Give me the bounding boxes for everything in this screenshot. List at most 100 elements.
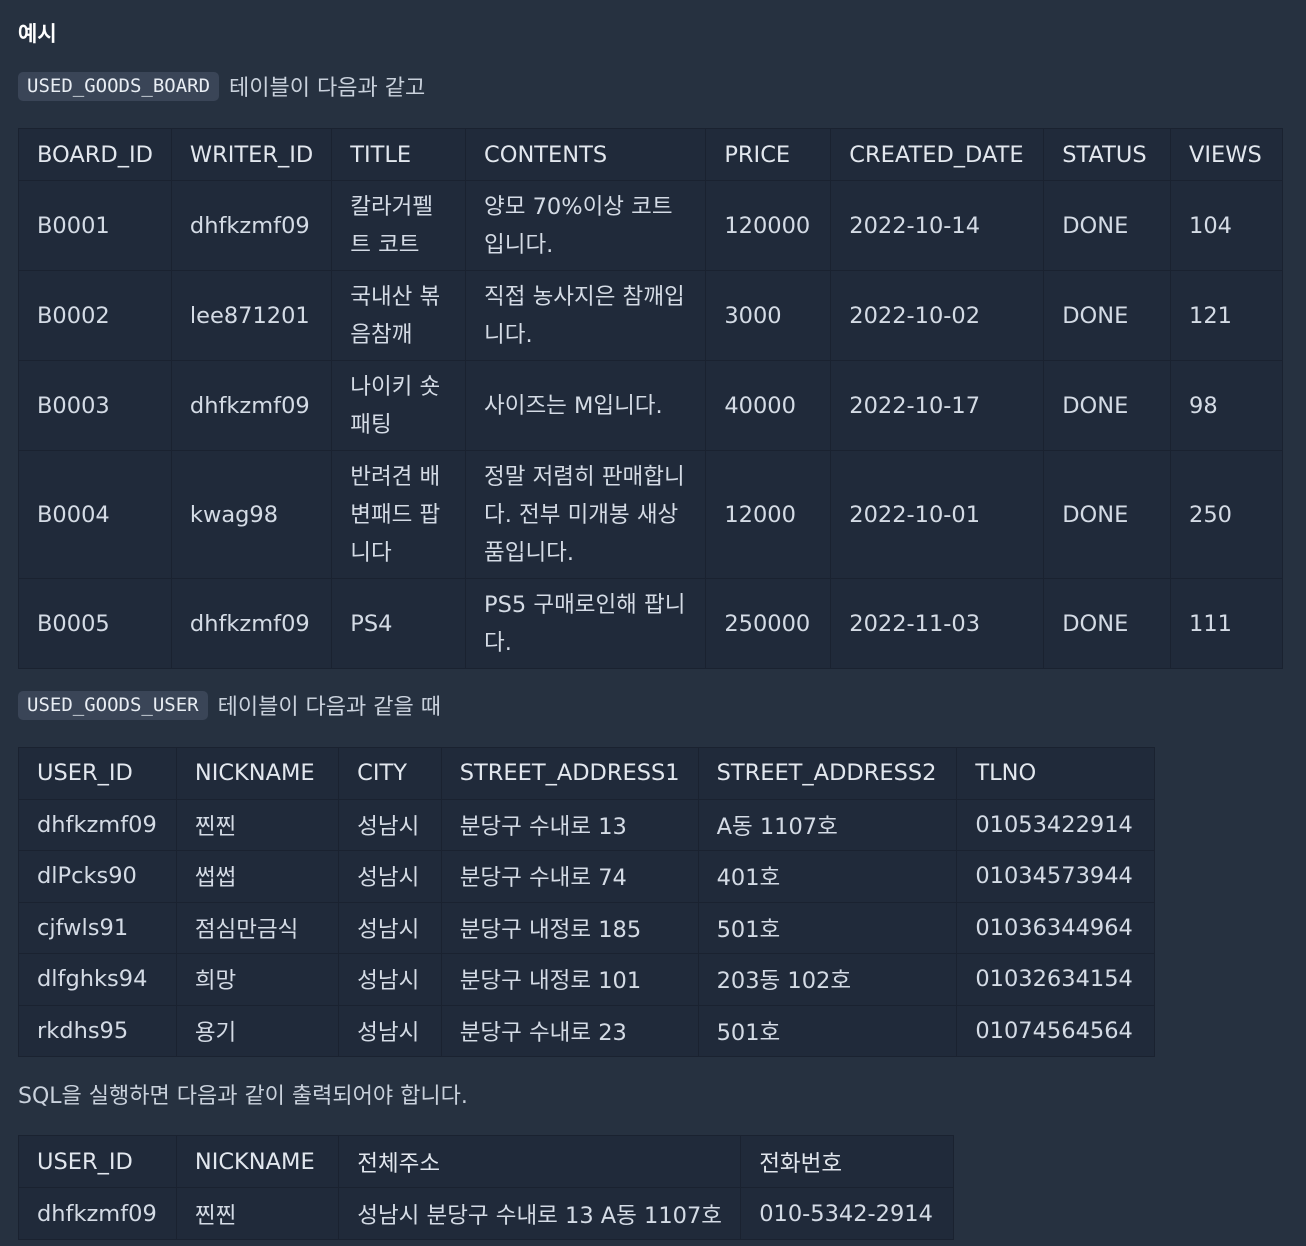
table-row: B0001 dhfkzmf09 칼라거펠트 코트 양모 70%이상 코트입니다.… [18,180,1283,271]
table-cell: B0001 [18,180,172,271]
table-cell: 정말 저렴히 판매합니다. 전부 미개봉 새상품입니다. [465,450,707,579]
problem-example: 예시 USED_GOODS_BOARD 테이블이 다음과 같고 BOARD_ID… [0,0,1306,1246]
table-cell: 01034573944 [956,850,1155,903]
board-table: BOARD_ID WRITER_ID TITLE CONTENTS PRICE … [18,128,1283,669]
table-cell: 203동 102호 [697,953,958,1006]
table-cell: 국내산 볶음참깨 [331,270,467,361]
table-cell: DONE [1043,180,1172,271]
table-cell: dlfghks94 [18,953,177,1006]
column-header: 전화번호 [740,1135,954,1188]
table-cell: 반려견 배변패드 팝니다 [331,450,467,579]
column-header: BOARD_ID [18,128,172,181]
table-cell: 분당구 내정로 185 [440,901,699,954]
table-cell: 01053422914 [956,798,1155,851]
table-cell: 2022-10-02 [830,270,1045,361]
user-table-name: USED_GOODS_USER [18,690,208,720]
table-cell: 501호 [697,1004,958,1057]
table-cell: 찐찐 [175,798,340,851]
table-cell: DONE [1043,360,1172,451]
table-cell: 98 [1170,360,1283,451]
table-cell: B0005 [18,578,172,669]
table-cell: B0004 [18,450,172,579]
table-cell: 01032634154 [956,953,1155,1006]
user-table: USER_ID NICKNAME CITY STREET_ADDRESS1 ST… [18,747,1155,1057]
table-cell: A동 1107호 [697,798,958,851]
table-row: rkdhs95 용기 성남시 분당구 수내로 23 501호 010745645… [18,1004,1155,1057]
table-cell: PS5 구매로인해 팝니다. [465,578,707,669]
table-header-row: BOARD_ID WRITER_ID TITLE CONTENTS PRICE … [18,128,1283,181]
table-cell: 2022-10-17 [830,360,1045,451]
table-cell: rkdhs95 [18,1004,177,1057]
user-table-intro: USED_GOODS_USER 테이블이 다음과 같을 때 [18,689,441,721]
user-table-intro-text: 테이블이 다음과 같을 때 [217,695,441,720]
table-cell: 104 [1170,180,1283,271]
table-cell: 성남시 분당구 수내로 13 A동 1107호 [338,1187,742,1240]
column-header: CONTENTS [465,128,707,181]
table-cell: 121 [1170,270,1283,361]
column-header: CITY [338,747,442,800]
table-cell: PS4 [331,578,467,669]
table-cell: 2022-11-03 [830,578,1045,669]
table-cell: cjfwls91 [18,901,177,954]
column-header: CREATED_DATE [830,128,1045,181]
column-header: USER_ID [18,1135,177,1188]
column-header: PRICE [705,128,832,181]
column-header: STREET_ADDRESS2 [697,747,958,800]
table-cell: dhfkzmf09 [18,798,177,851]
column-header: NICKNAME [175,747,340,800]
table-row: B0002 lee871201 국내산 볶음참깨 직접 농사지은 참깨입니다. … [18,270,1283,361]
table-cell: 01036344964 [956,901,1155,954]
table-row: dlfghks94 희망 성남시 분당구 내정로 101 203동 102호 0… [18,953,1155,1006]
table-cell: 250 [1170,450,1283,579]
table-cell: 사이즈는 M입니다. [465,360,707,451]
table-cell: 12000 [705,450,832,579]
table-cell: 501호 [697,901,958,954]
table-cell: 3000 [705,270,832,361]
board-table-intro: USED_GOODS_BOARD 테이블이 다음과 같고 [18,70,425,102]
table-row: B0003 dhfkzmf09 나이키 숏패팅 사이즈는 M입니다. 40000… [18,360,1283,451]
table-cell: dhfkzmf09 [170,360,333,451]
table-cell: 40000 [705,360,832,451]
table-header-row: USER_ID NICKNAME CITY STREET_ADDRESS1 ST… [18,747,1155,800]
table-cell: 분당구 수내로 13 [440,798,699,851]
table-cell: 성남시 [338,953,442,1006]
table-row: dhfkzmf09 찐찐 성남시 분당구 수내로 13 A동 1107호 010… [18,798,1155,851]
table-cell: 401호 [697,850,958,903]
table-cell: dhfkzmf09 [170,578,333,669]
column-header: STATUS [1043,128,1172,181]
table-header-row: USER_ID NICKNAME 전체주소 전화번호 [18,1135,954,1188]
table-cell: 찐찐 [175,1187,340,1240]
column-header: WRITER_ID [170,128,333,181]
table-cell: 나이키 숏패팅 [331,360,467,451]
result-table: USER_ID NICKNAME 전체주소 전화번호 dhfkzmf09 찐찐 … [18,1135,954,1240]
table-cell: 250000 [705,578,832,669]
section-heading: 예시 [18,22,57,46]
table-row: B0005 dhfkzmf09 PS4 PS5 구매로인해 팝니다. 25000… [18,578,1283,669]
column-header: TITLE [331,128,467,181]
column-header: STREET_ADDRESS1 [440,747,699,800]
table-cell: 양모 70%이상 코트입니다. [465,180,707,271]
result-intro-text: SQL을 실행하면 다음과 같이 출력되어야 합니다. [18,1084,468,1109]
table-row: dhfkzmf09 찐찐 성남시 분당구 수내로 13 A동 1107호 010… [18,1187,954,1240]
table-row: dlPcks90 썹썹 성남시 분당구 수내로 74 401호 01034573… [18,850,1155,903]
table-cell: B0002 [18,270,172,361]
table-cell: 성남시 [338,798,442,851]
table-cell: 성남시 [338,1004,442,1057]
table-cell: dlPcks90 [18,850,177,903]
table-cell: 분당구 수내로 74 [440,850,699,903]
table-cell: 120000 [705,180,832,271]
column-header: NICKNAME [175,1135,340,1188]
table-cell: 01074564564 [956,1004,1155,1057]
table-cell: 칼라거펠트 코트 [331,180,467,271]
table-cell: 111 [1170,578,1283,669]
column-header: TLNO [956,747,1155,800]
table-cell: 썹썹 [175,850,340,903]
table-cell: 2022-10-01 [830,450,1045,579]
column-header: 전체주소 [338,1135,742,1188]
table-cell: 분당구 수내로 23 [440,1004,699,1057]
table-cell: 성남시 [338,850,442,903]
table-row: cjfwls91 점심만금식 성남시 분당구 내정로 185 501호 0103… [18,901,1155,954]
table-cell: kwag98 [170,450,333,579]
table-cell: lee871201 [170,270,333,361]
column-header: VIEWS [1170,128,1283,181]
